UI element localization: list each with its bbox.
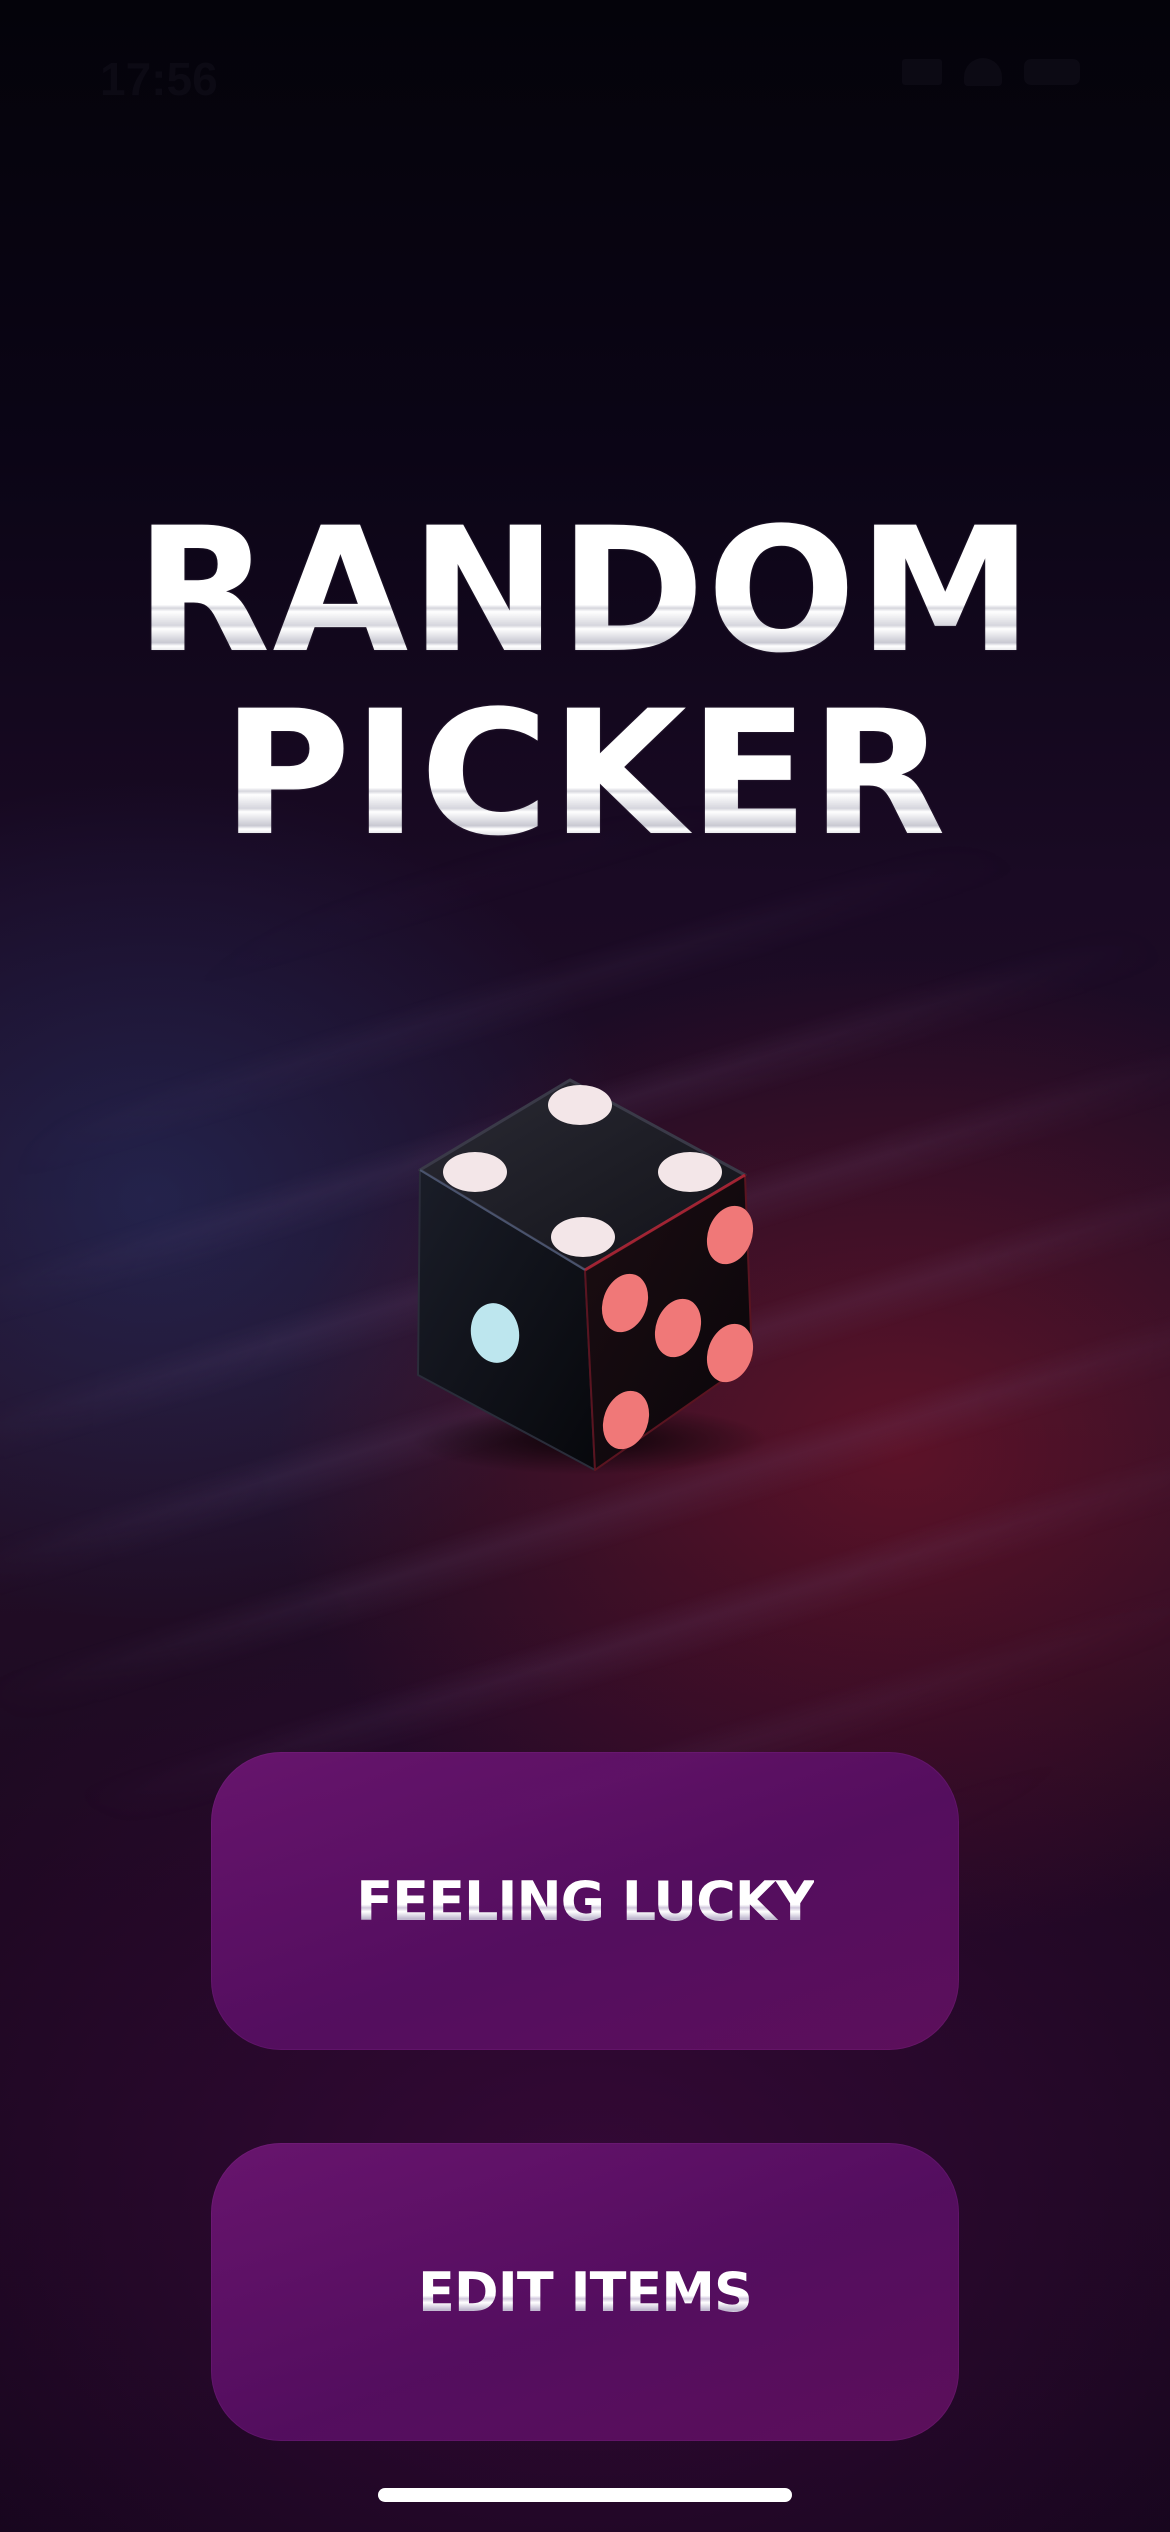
home-screen: 17:56 RANDOM PICKER FEELING LUCKY EDIT I…	[0, 0, 1170, 2532]
status-bar: 17:56	[0, 0, 1170, 140]
dice-pip	[551, 1217, 615, 1257]
wifi-icon	[964, 58, 1002, 86]
status-time: 17:56	[100, 53, 218, 105]
feeling-lucky-label: FEELING LUCKY	[356, 1869, 814, 1933]
edit-items-label: EDIT ITEMS	[418, 2260, 753, 2324]
edit-items-button[interactable]: EDIT ITEMS	[211, 2143, 959, 2441]
dice-icon	[417, 1078, 754, 1471]
dice-pip	[658, 1152, 722, 1192]
feeling-lucky-button[interactable]: FEELING LUCKY	[211, 1752, 959, 2050]
signal-icon	[902, 59, 942, 85]
dice-image	[400, 1075, 770, 1475]
home-indicator[interactable]	[378, 2488, 792, 2502]
battery-icon	[1024, 59, 1080, 85]
app-title-line-2: PICKER	[0, 688, 1170, 860]
status-icons	[902, 58, 1080, 86]
dice-pip	[443, 1152, 507, 1192]
dice-pip	[548, 1085, 612, 1125]
app-title-line-1: RANDOM	[0, 505, 1170, 677]
